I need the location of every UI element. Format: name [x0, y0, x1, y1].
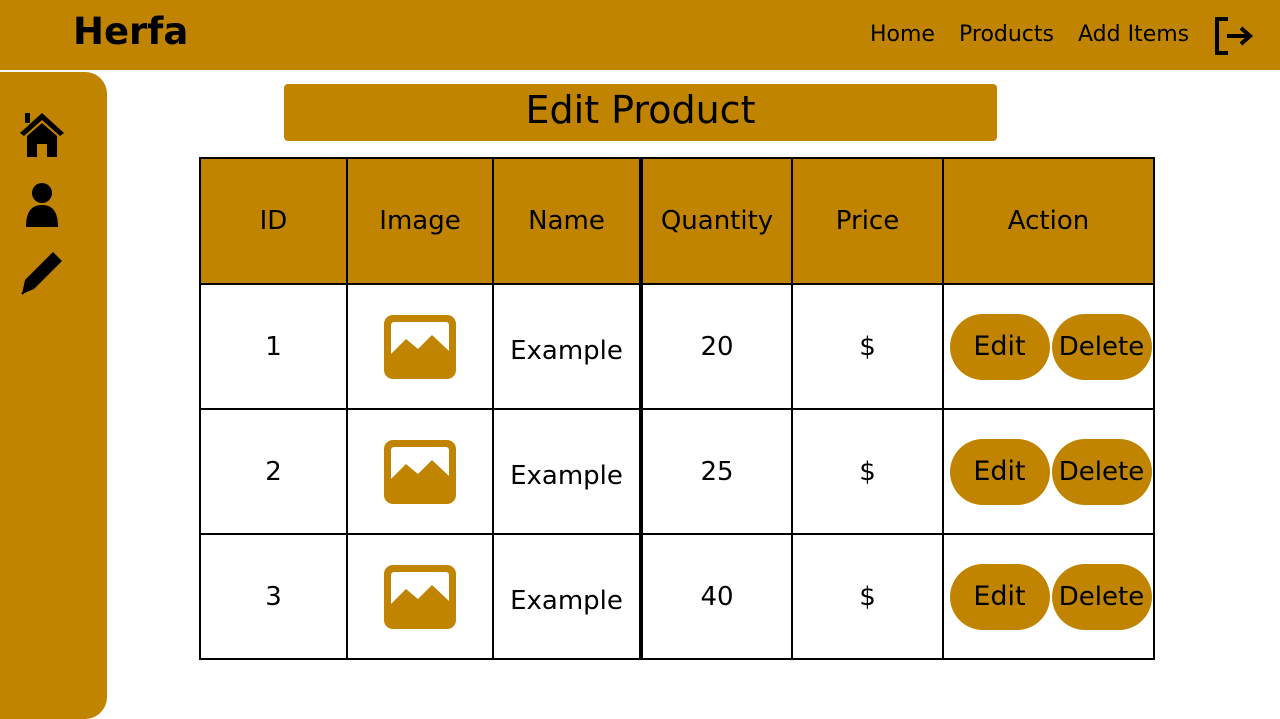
- cell-name: Example: [492, 283, 642, 410]
- top-bar: Herfa Home Products Add Items: [0, 0, 1280, 70]
- image-icon: [384, 439, 456, 504]
- cell-name: Example: [492, 533, 642, 660]
- cell-price: $: [791, 283, 944, 410]
- table-row: 2 Example 25 $ Edit Delete: [199, 408, 1155, 535]
- edit-button[interactable]: Edit: [949, 438, 1050, 505]
- cell-id: 1: [199, 283, 348, 410]
- column-header-name: Name: [492, 157, 642, 285]
- cell-image: [346, 283, 494, 410]
- column-header-action: Action: [942, 157, 1155, 285]
- logout-icon[interactable]: [1214, 16, 1254, 56]
- table-row: 1 Example 20 $ Edit Delete: [199, 283, 1155, 410]
- user-icon[interactable]: [18, 181, 66, 229]
- image-icon: [384, 314, 456, 379]
- nav-home[interactable]: Home: [870, 22, 935, 47]
- nav-add-items[interactable]: Add Items: [1078, 22, 1189, 47]
- pen-icon[interactable]: [18, 248, 66, 296]
- page-title: Edit Product: [284, 84, 997, 141]
- column-header-price: Price: [791, 157, 944, 285]
- edit-button[interactable]: Edit: [949, 563, 1050, 630]
- cell-image: [346, 408, 494, 535]
- edit-button[interactable]: Edit: [949, 313, 1050, 380]
- cell-id: 3: [199, 533, 348, 660]
- column-header-image: Image: [346, 157, 494, 285]
- table-header-row: ID Image Name Quantity Price Action: [199, 157, 1155, 285]
- nav-products[interactable]: Products: [959, 22, 1054, 47]
- cell-quantity: 20: [639, 283, 793, 410]
- table-row: 3 Example 40 $ Edit Delete: [199, 533, 1155, 660]
- cell-action: Edit Delete: [942, 283, 1155, 410]
- cell-action: Edit Delete: [942, 408, 1155, 535]
- column-header-quantity: Quantity: [639, 157, 793, 285]
- cell-price: $: [791, 533, 944, 660]
- cell-image: [346, 533, 494, 660]
- cell-quantity: 25: [639, 408, 793, 535]
- column-header-id: ID: [199, 157, 348, 285]
- delete-button[interactable]: Delete: [1051, 313, 1152, 380]
- image-icon: [384, 564, 456, 629]
- cell-id: 2: [199, 408, 348, 535]
- sidebar: [0, 72, 107, 719]
- brand-logo: Herfa: [73, 10, 189, 53]
- cell-action: Edit Delete: [942, 533, 1155, 660]
- delete-button[interactable]: Delete: [1051, 563, 1152, 630]
- cell-price: $: [791, 408, 944, 535]
- home-icon[interactable]: [18, 111, 66, 159]
- products-table: ID Image Name Quantity Price Action 1 Ex…: [199, 157, 1155, 660]
- cell-name: Example: [492, 408, 642, 535]
- delete-button[interactable]: Delete: [1051, 438, 1152, 505]
- cell-quantity: 40: [639, 533, 793, 660]
